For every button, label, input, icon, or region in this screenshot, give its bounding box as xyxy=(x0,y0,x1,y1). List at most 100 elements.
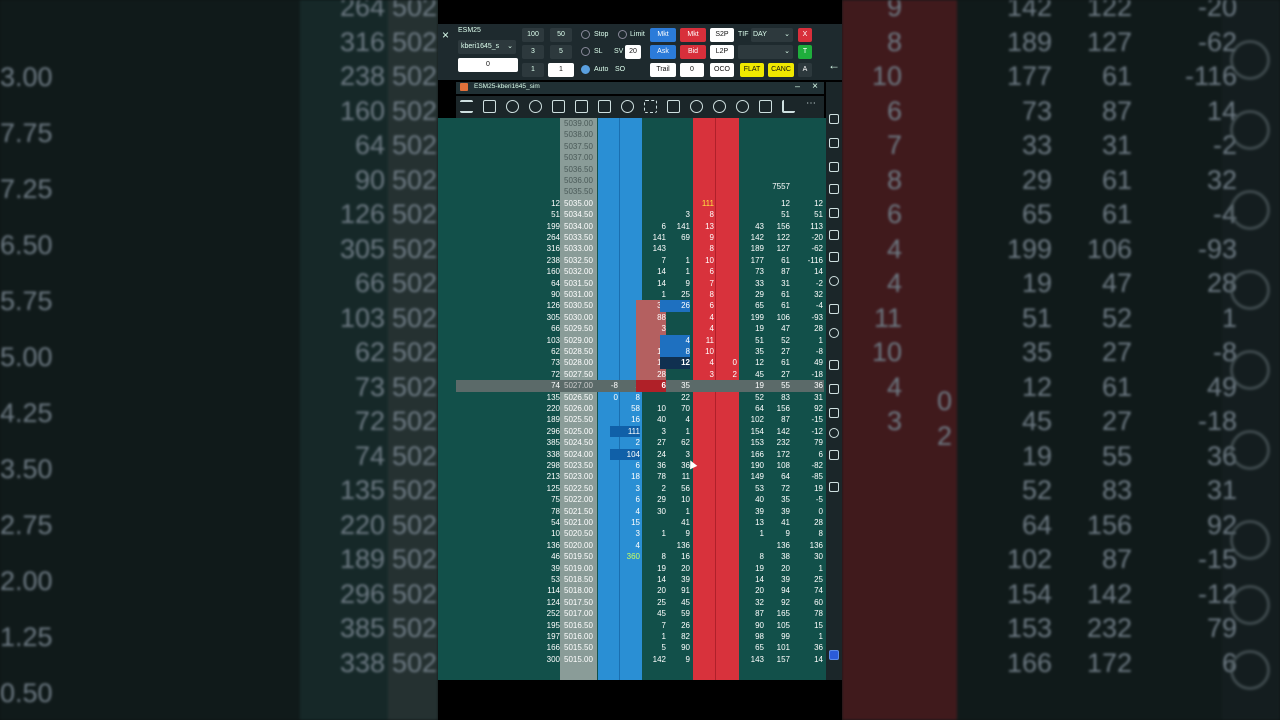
price-cell[interactable]: 5032.00 xyxy=(560,266,597,277)
session-buy-cell[interactable]: 156 xyxy=(760,221,790,232)
session-buy-cell[interactable]: 172 xyxy=(760,449,790,460)
delta-cell[interactable]: 6 xyxy=(793,449,823,460)
sv-input[interactable]: 20 xyxy=(625,45,641,59)
lock-tool-icon[interactable] xyxy=(829,408,839,418)
price-cell[interactable]: 5020.50 xyxy=(560,528,597,539)
column-icon[interactable] xyxy=(667,100,680,113)
delta-cell[interactable]: 1 xyxy=(793,335,823,346)
price-cell[interactable]: 5028.50 xyxy=(560,346,597,357)
ask-order-cell[interactable] xyxy=(707,323,737,334)
ask-order-cell[interactable] xyxy=(707,620,737,631)
delta-cell[interactable]: -2 xyxy=(793,278,823,289)
session-buy-cell[interactable]: 12 xyxy=(760,198,790,209)
session-buy-cell[interactable]: 51 xyxy=(760,209,790,220)
t-button[interactable]: T xyxy=(798,45,812,59)
price-cell[interactable]: 5032.50 xyxy=(560,255,597,266)
back-arrow-icon[interactable]: ← xyxy=(828,59,840,71)
session-buy-cell[interactable]: 61 xyxy=(760,357,790,368)
session-buy-cell[interactable]: 31 xyxy=(760,278,790,289)
price-cell[interactable]: 5023.00 xyxy=(560,471,597,482)
chart-icon[interactable] xyxy=(782,100,795,113)
price-cell[interactable]: 5028.00 xyxy=(560,357,597,368)
price-cell[interactable]: 5039.00 xyxy=(560,118,597,129)
ladder-row[interactable]: 385 2 27 62 153 232 79 5024.50 xyxy=(438,437,842,448)
tif-select[interactable]: DAY ⌄ xyxy=(751,28,793,42)
session-buy-cell[interactable]: 61 xyxy=(760,289,790,300)
delta-cell[interactable]: -18 xyxy=(793,369,823,380)
ask-order-cell[interactable] xyxy=(707,517,737,528)
delta-cell[interactable]: -116 xyxy=(793,255,823,266)
session-buy-cell[interactable]: 101 xyxy=(760,642,790,653)
price-cell[interactable]: 5025.00 xyxy=(560,426,597,437)
ladder-row[interactable]: 90 1 25 8 29 61 32 5031.00 xyxy=(438,289,842,300)
session-buy-cell[interactable]: 108 xyxy=(760,460,790,471)
session-buy-cell[interactable]: 9 xyxy=(760,528,790,539)
ladder-row[interactable]: 305 88 4 199 106 -93 5030.00 xyxy=(438,311,842,324)
delta-cell[interactable]: 51 xyxy=(793,209,823,220)
ladder-row[interactable]: 66 3 4 19 47 28 5029.50 xyxy=(438,323,842,335)
price-cell[interactable]: 5034.00 xyxy=(560,221,597,232)
price-input[interactable]: 0 xyxy=(458,58,518,72)
ladder-row[interactable]: 213 18 78 11 149 64 -85 5023.00 xyxy=(438,471,842,482)
more-icon[interactable]: ⋯ xyxy=(806,98,816,109)
pnl-icon[interactable] xyxy=(736,100,749,113)
ask-order-cell[interactable] xyxy=(707,346,737,357)
session-buy-cell[interactable]: 27 xyxy=(760,346,790,357)
delta-cell[interactable]: -15 xyxy=(793,414,823,425)
ladder-row[interactable]: 39 19 20 19 20 1 5019.00 xyxy=(438,563,842,574)
export-icon[interactable] xyxy=(575,100,588,113)
ask-order-cell[interactable] xyxy=(707,437,737,448)
delta-cell[interactable]: -82 xyxy=(793,460,823,471)
delta-cell[interactable]: 8 xyxy=(793,528,823,539)
ladder-row[interactable]: 78 4 30 1 39 39 0 5021.50 xyxy=(438,506,842,517)
pencil-tool-icon[interactable] xyxy=(829,384,839,394)
ladder-row[interactable]: 195 7 26 90 105 15 5016.50 xyxy=(438,620,842,631)
delta-cell[interactable]: 1 xyxy=(793,563,823,574)
price-cell[interactable]: 5033.00 xyxy=(560,243,597,254)
delta-cell[interactable]: 79 xyxy=(793,437,823,448)
join-bid-button[interactable]: Bid xyxy=(680,45,706,59)
session-buy-cell[interactable]: 39 xyxy=(760,506,790,517)
price-cell[interactable]: 5037.50 xyxy=(560,141,597,152)
ladder-row[interactable]: 166 5 90 65 101 36 5015.50 xyxy=(438,642,842,653)
session-buy-cell[interactable]: 106 xyxy=(760,312,790,323)
ladder-row[interactable]: 731212401261495028.00 xyxy=(438,357,842,369)
ladder-row[interactable]: 72 28 3 2 45 27 -18 5027.50 xyxy=(438,368,842,381)
session-buy-cell[interactable]: 52 xyxy=(760,335,790,346)
sl-radio[interactable] xyxy=(581,47,590,56)
dollar-icon[interactable] xyxy=(621,100,634,113)
delta-cell[interactable]: -8 xyxy=(793,346,823,357)
price-cell[interactable]: 5035.50 xyxy=(560,186,597,197)
delta-cell[interactable]: 0 xyxy=(793,506,823,517)
session-buy-cell[interactable]: 165 xyxy=(760,608,790,619)
delta-cell[interactable]: 136 xyxy=(793,540,823,551)
ladder-row[interactable]: 316 143 8 189 127 -62 5033.00 xyxy=(438,243,842,254)
session-buy-cell[interactable]: 232 xyxy=(760,437,790,448)
session-buy-cell[interactable]: 61 xyxy=(760,300,790,311)
ask-order-cell[interactable] xyxy=(707,494,737,505)
delta-cell[interactable]: 1 xyxy=(793,631,823,642)
qty-preset-100[interactable]: 100 xyxy=(522,28,544,42)
ask-order-cell[interactable] xyxy=(707,198,737,209)
price-cell[interactable]: 5029.50 xyxy=(560,323,597,334)
delta-cell[interactable]: 28 xyxy=(793,517,823,528)
oco-button[interactable]: OCO xyxy=(710,63,734,77)
eye-tool-icon[interactable] xyxy=(829,428,839,438)
session-buy-cell[interactable]: 20 xyxy=(760,563,790,574)
session-buy-cell[interactable]: 35 xyxy=(760,494,790,505)
delta-cell[interactable]: -62 xyxy=(793,243,823,254)
limit-radio[interactable] xyxy=(618,30,627,39)
ask-order-cell[interactable] xyxy=(707,528,737,539)
ask-order-cell[interactable] xyxy=(707,300,737,311)
session-buy-cell[interactable]: 55 xyxy=(760,380,790,391)
delta-cell[interactable]: 28 xyxy=(793,323,823,334)
delta-cell[interactable]: 49 xyxy=(793,357,823,368)
price-cell[interactable]: 5016.00 xyxy=(560,631,597,642)
session-buy-cell[interactable]: 87 xyxy=(760,414,790,425)
trash-tool-icon[interactable] xyxy=(829,482,839,492)
ladder-row[interactable]: 199 6 141 13 43 156 113 5034.00 xyxy=(438,221,842,232)
delta-cell[interactable]: 19 xyxy=(793,483,823,494)
ladder-row[interactable]: 338 104 24 3 166 172 6 5024.00 xyxy=(438,448,842,460)
ladder-row[interactable]: 124 25 45 32 92 60 5017.50 xyxy=(438,597,842,608)
ladder-row[interactable]: 53 14 39 14 39 25 5018.50 xyxy=(438,574,842,585)
